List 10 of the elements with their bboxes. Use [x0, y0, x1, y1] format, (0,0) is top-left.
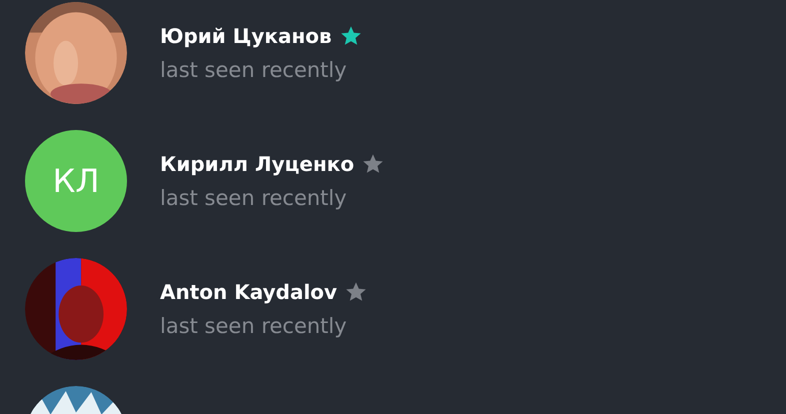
last-seen-status: last seen recently	[160, 314, 348, 338]
contact-name: Кирилл Луценко	[160, 152, 354, 176]
star-icon[interactable]	[362, 153, 384, 175]
last-seen-status: last seen recently	[160, 58, 348, 82]
star-icon[interactable]	[345, 281, 368, 303]
last-seen-status: last seen recently	[160, 186, 348, 210]
contact-name: Anton Kaydalov	[160, 280, 338, 304]
star-icon[interactable]	[340, 25, 362, 47]
avatar-initials: КЛ	[25, 130, 127, 232]
contact-name: Юрий Цуканов	[160, 24, 332, 48]
